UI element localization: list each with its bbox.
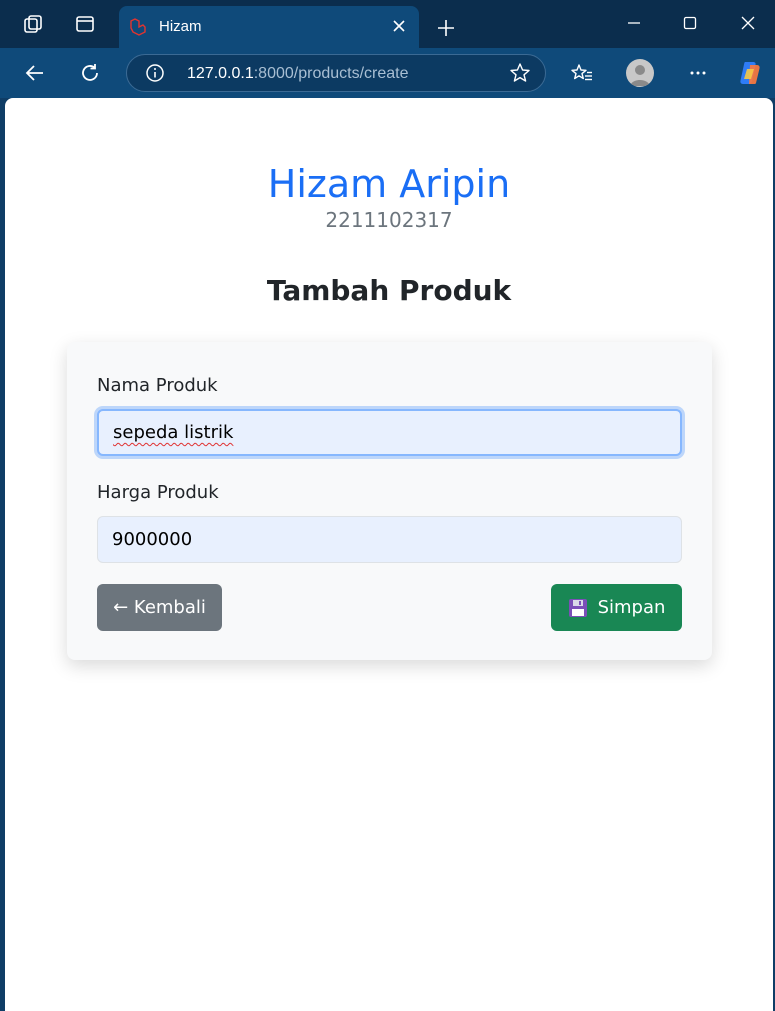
tab-title: Hizam <box>159 18 202 35</box>
page-title: Hizam Aripin <box>267 162 511 206</box>
back-icon[interactable] <box>19 57 51 89</box>
product-name-value: sepeda listrik <box>113 422 234 443</box>
maximize-icon[interactable] <box>670 8 710 38</box>
save-button-label: Simpan <box>597 597 666 618</box>
refresh-icon[interactable] <box>74 57 106 89</box>
info-icon[interactable] <box>145 63 165 83</box>
back-button[interactable]: ← Kembali <box>97 584 222 631</box>
browser-titlebar: Hizam <box>0 0 775 48</box>
close-icon[interactable] <box>389 16 409 36</box>
student-id: 2211102317 <box>325 208 453 232</box>
laravel-icon <box>129 18 147 36</box>
avatar[interactable] <box>626 59 654 87</box>
workspaces-icon[interactable] <box>17 8 49 40</box>
address-path: :8000/products/create <box>253 65 409 82</box>
favorites-icon[interactable] <box>566 57 598 89</box>
address-host: 127.0.0.1 <box>187 65 254 82</box>
address-url: 127.0.0.1:8000/products/create <box>187 65 409 83</box>
product-name-input[interactable]: sepeda listrik <box>97 409 682 456</box>
form-heading: Tambah Produk <box>266 274 512 307</box>
product-price-input[interactable]: 9000000 <box>97 516 682 563</box>
back-button-label: ← Kembali <box>113 597 206 618</box>
product-name-label: Nama Produk <box>97 375 218 396</box>
save-button[interactable]: Simpan <box>551 584 682 631</box>
floppy-disk-icon <box>568 598 588 618</box>
tab-actions-icon[interactable] <box>69 8 101 40</box>
star-icon[interactable] <box>509 62 531 84</box>
browser-toolbar: 127.0.0.1:8000/products/create <box>0 48 775 98</box>
product-price-label: Harga Produk <box>97 482 219 503</box>
page-content: Hizam Aripin 2211102317 Tambah Produk Na… <box>5 98 773 1011</box>
plus-icon[interactable] <box>430 12 462 44</box>
close-window-icon[interactable] <box>728 8 768 38</box>
browser-tab[interactable]: Hizam <box>119 6 419 48</box>
product-form-card: Nama Produk sepeda listrik Harga Produk … <box>67 342 712 660</box>
product-price-value: 9000000 <box>112 529 193 550</box>
minimize-icon[interactable] <box>614 8 654 38</box>
copilot-icon[interactable] <box>734 57 766 89</box>
address-bar[interactable]: 127.0.0.1:8000/products/create <box>126 54 546 92</box>
more-icon[interactable] <box>682 57 714 89</box>
